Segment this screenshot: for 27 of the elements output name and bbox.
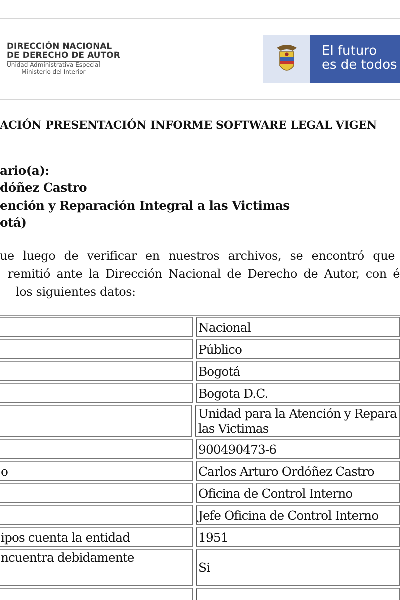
logo-text: DIRECCIÓN NACIONAL — [7, 42, 112, 51]
cell-text: las Victimas — [198, 421, 270, 436]
addressee-line: ario(a): — [0, 162, 50, 180]
cell-text: Nacional — [198, 320, 252, 335]
cell-text: Jefe Oficina de Control Interno — [198, 508, 380, 523]
slogan-text: es de todos — [322, 59, 398, 73]
addressee-line: ención y Reparación Integral a las Victimas — [0, 196, 290, 214]
cell-text: 900490473-6 — [198, 442, 278, 457]
slogan-text: El futuro — [322, 45, 378, 59]
cell-text: Bogota D.C. — [198, 386, 270, 401]
body-text-line: ue luego de verificar en nuestros archivos, se encontró que — [0, 248, 395, 266]
cell-text: Oficina de Control Interno — [198, 486, 354, 501]
cell-text: ncuentra debidamente — [1, 550, 136, 566]
cell-text: ipos cuenta la entidad — [1, 530, 132, 545]
body-text-line: remitió ante la Dirección Nacional de Derecho de Autor, con é — [7, 266, 400, 284]
logo-text: DE DERECHO DE AUTOR — [7, 51, 120, 60]
addressee-line: otá) — [0, 214, 27, 232]
cell-text: Si — [198, 560, 212, 576]
cell-text: Unidad para la Atención y Repara — [198, 406, 397, 422]
cell-text: o — [1, 464, 10, 479]
body-text-line: los siguientes datos: — [15, 284, 136, 302]
cell-text: Bogotá — [198, 364, 242, 379]
cell-text: Carlos Arturo Ordóñez Castro — [198, 464, 376, 479]
cell-text: Público — [198, 342, 243, 357]
cell-text: 1951 — [198, 530, 230, 545]
document-title: ACIÓN PRESENTACIÓN INFORME SOFTWARE LEGAL VIGEN — [0, 117, 377, 134]
addressee-line: dóñez Castro — [0, 179, 87, 197]
